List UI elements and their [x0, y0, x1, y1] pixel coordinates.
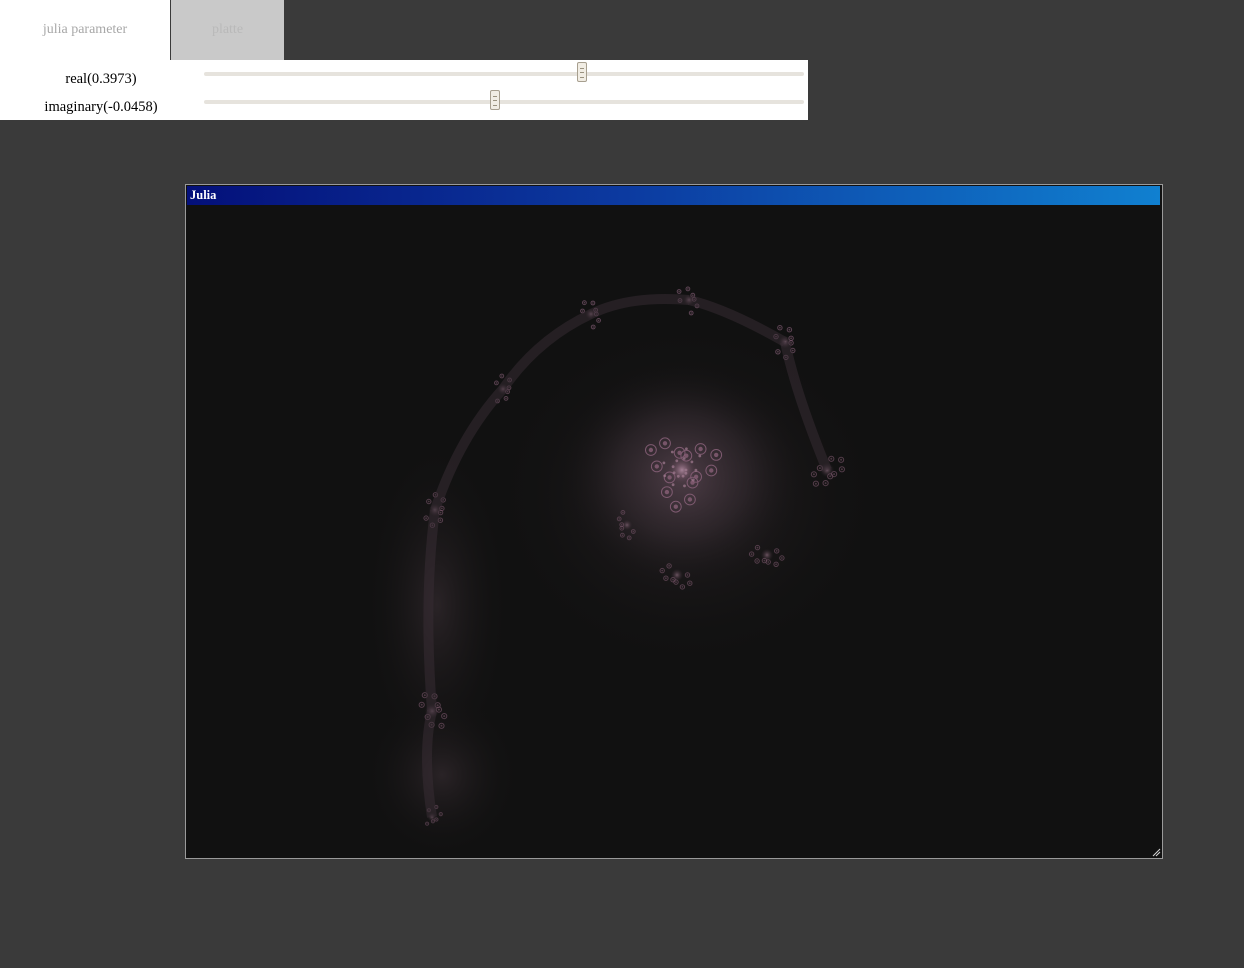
tab-julia-parameter[interactable]: julia parameter: [0, 0, 170, 60]
julia-window[interactable]: Julia: [185, 184, 1163, 859]
slider-grip-icon: [493, 96, 497, 106]
window-title: Julia: [190, 188, 217, 202]
fractal-canvas[interactable]: [187, 205, 1161, 857]
parameter-panel: real(0.3973) imaginary(-0.0458): [0, 60, 808, 120]
real-slider-handle[interactable]: [577, 62, 587, 82]
imaginary-label: imaginary(-0.0458): [44, 99, 158, 115]
tab-bar: julia parameter platte: [0, 0, 284, 60]
real-label: real(0.3973): [65, 71, 137, 87]
resize-grip-icon[interactable]: [1151, 847, 1161, 857]
fractal-render: [367, 286, 877, 855]
imaginary-slider-handle[interactable]: [490, 90, 500, 110]
imaginary-slider[interactable]: [204, 90, 804, 110]
real-slider[interactable]: [204, 62, 804, 82]
window-title-bar[interactable]: Julia: [187, 186, 1160, 205]
tab-platte[interactable]: platte: [171, 0, 284, 60]
slider-grip-icon: [580, 68, 584, 78]
